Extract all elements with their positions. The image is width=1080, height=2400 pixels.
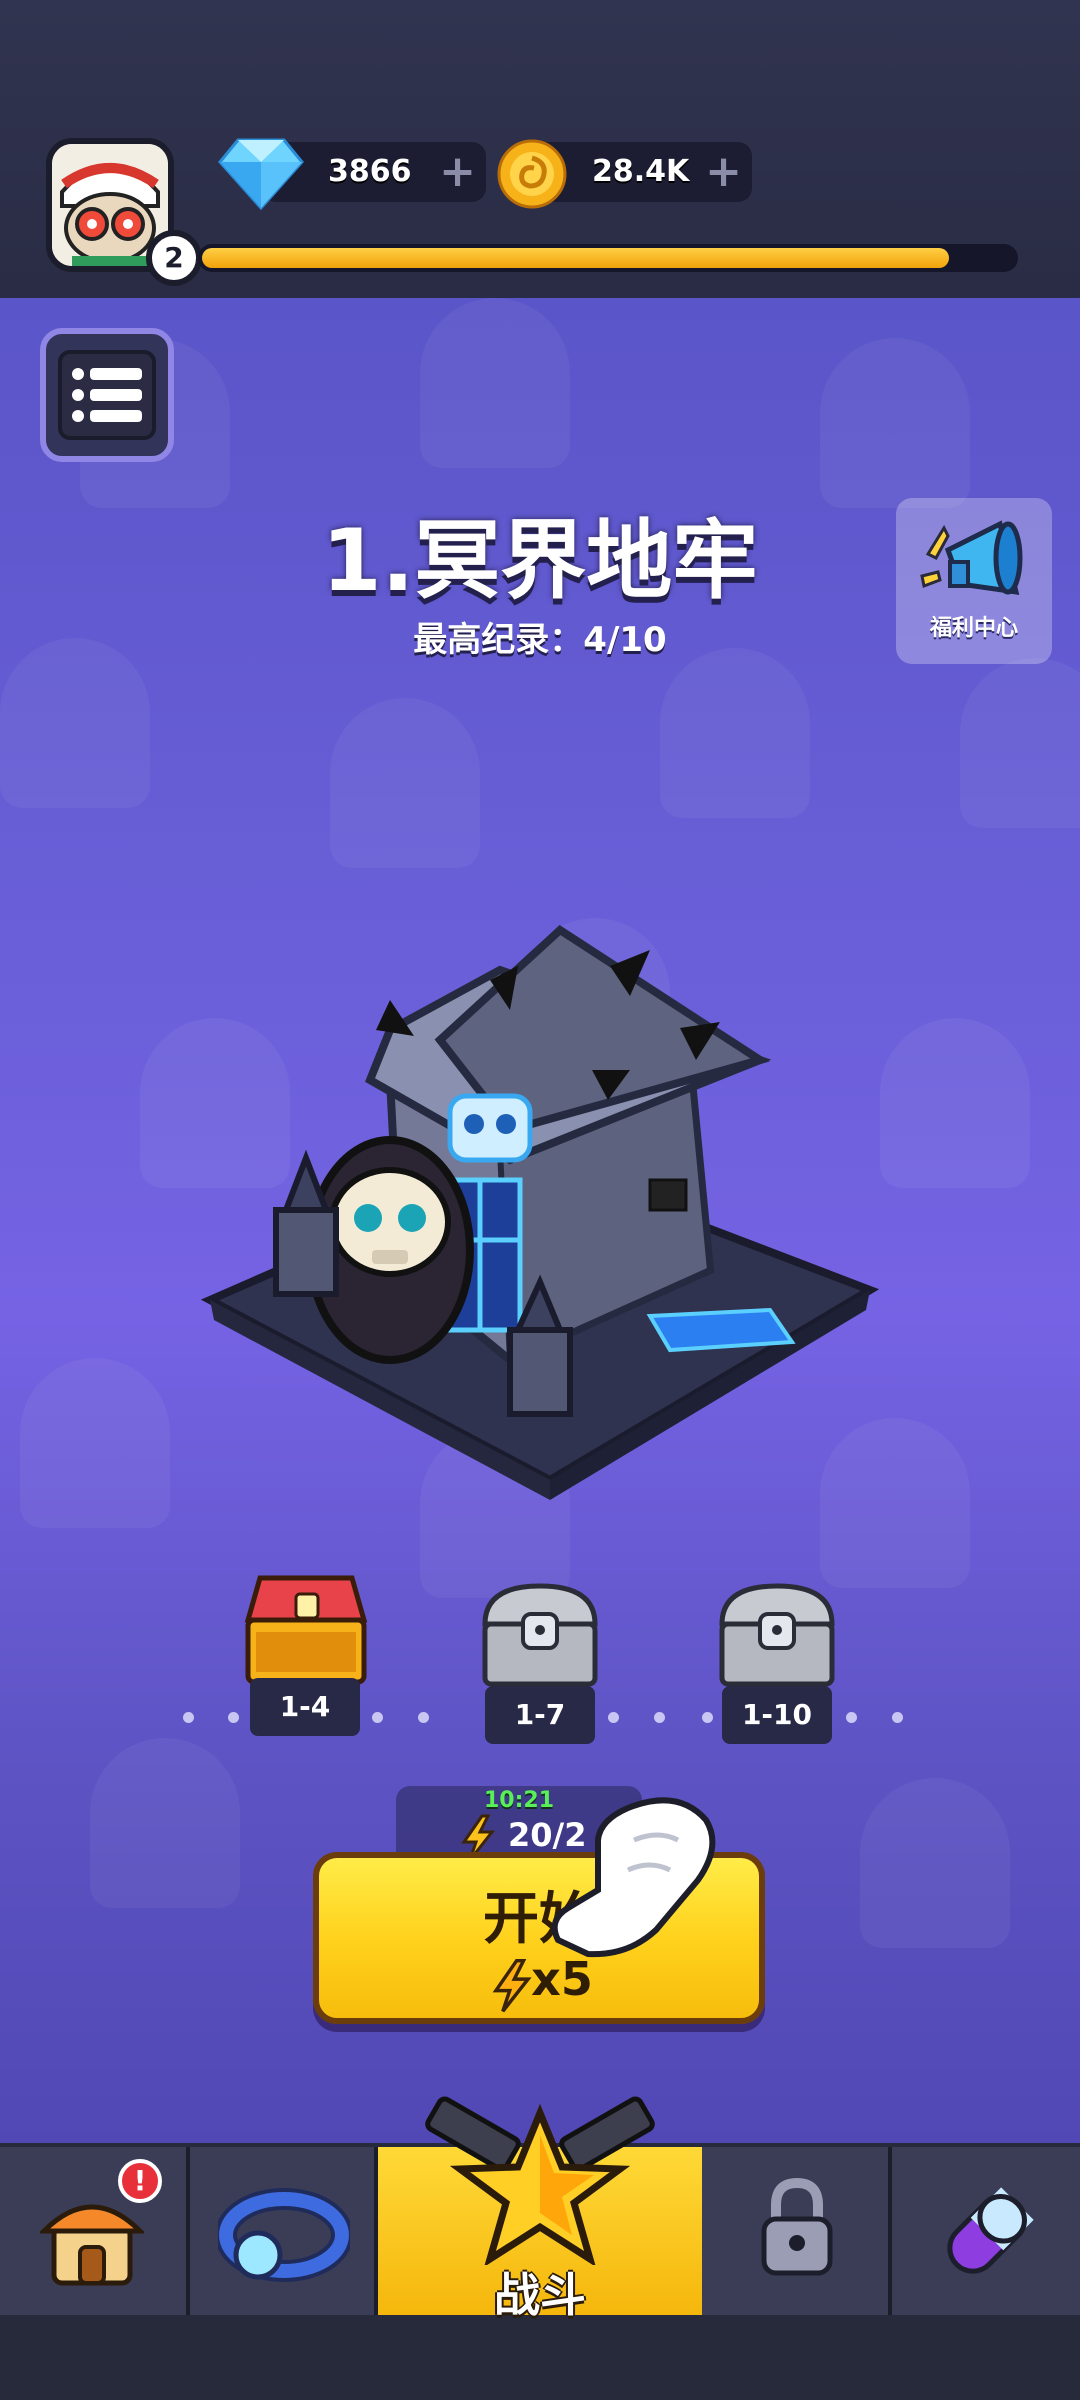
track-dot bbox=[892, 1712, 903, 1723]
open-gold-chest-icon bbox=[244, 1575, 368, 1685]
lock-icon bbox=[761, 2177, 833, 2276]
locked-silver-chest-icon bbox=[482, 1583, 598, 1687]
welfare-center-label: 福利中心 bbox=[929, 616, 1018, 641]
gem-value: 3866 bbox=[328, 154, 412, 189]
track-dot bbox=[702, 1712, 713, 1723]
reward-chest-2[interactable]: 1-7 bbox=[475, 1578, 605, 1744]
chest-3-label: 1-10 bbox=[722, 1686, 832, 1744]
track-dot bbox=[418, 1712, 429, 1723]
track-dot bbox=[228, 1712, 239, 1723]
chest-2-label: 1-7 bbox=[485, 1686, 595, 1744]
welfare-center-button[interactable]: 福利中心 bbox=[896, 498, 1052, 664]
track-dot bbox=[608, 1712, 619, 1723]
track-dot bbox=[654, 1712, 665, 1723]
add-coins-button[interactable]: + bbox=[705, 142, 742, 202]
coin-icon bbox=[497, 139, 567, 209]
battle-star-icon bbox=[425, 2096, 655, 2265]
ring-icon bbox=[218, 2188, 350, 2282]
nav-tab-locked[interactable] bbox=[702, 2147, 892, 2315]
reward-chest-1[interactable]: 1-4 bbox=[240, 1570, 370, 1736]
shop-house-icon bbox=[40, 2204, 144, 2286]
add-gems-button[interactable]: + bbox=[439, 142, 476, 202]
shop-notification-badge: ! bbox=[118, 2159, 162, 2203]
nav-tab-talent[interactable] bbox=[892, 2147, 1080, 2315]
nav-tab-battle[interactable]: 战斗 bbox=[378, 2096, 702, 2322]
xp-bar-fill bbox=[202, 248, 949, 268]
player-level-badge: 2 bbox=[146, 230, 202, 286]
megaphone-icon bbox=[920, 520, 1023, 595]
locked-silver-chest-icon bbox=[719, 1583, 835, 1687]
chest-1-label: 1-4 bbox=[250, 1678, 360, 1736]
coin-value: 28.4K bbox=[592, 154, 690, 189]
capsule-pill-icon bbox=[947, 2187, 1034, 2274]
nav-tab-shop[interactable]: ! bbox=[0, 2147, 190, 2315]
track-dot bbox=[372, 1712, 383, 1723]
nav-battle-label: 战斗 bbox=[494, 2268, 586, 2322]
task-list-button[interactable] bbox=[40, 328, 174, 462]
nav-tab-equipment[interactable] bbox=[190, 2147, 378, 2315]
diamond-icon bbox=[218, 138, 304, 211]
list-icon bbox=[58, 350, 156, 440]
tutorial-hand-pointer-icon bbox=[551, 1797, 716, 1958]
xp-bar bbox=[198, 244, 1018, 272]
track-dot bbox=[183, 1712, 194, 1723]
reward-chest-3[interactable]: 1-10 bbox=[712, 1578, 842, 1744]
track-dot bbox=[846, 1712, 857, 1723]
dungeon-building-illustration bbox=[200, 924, 880, 1500]
